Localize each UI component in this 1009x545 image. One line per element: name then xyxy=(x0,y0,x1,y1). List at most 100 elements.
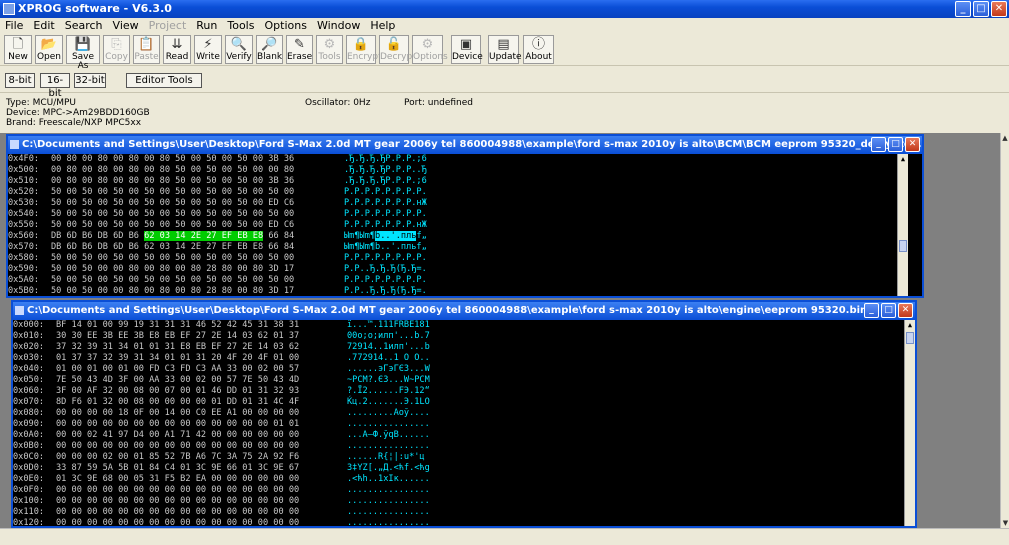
selected-ascii[interactable]: b..'.пль xyxy=(375,231,417,241)
hex-row[interactable]: 0x040: 01 00 01 00 01 00 FD C3 FD C3 AA 3… xyxy=(13,364,893,375)
ascii-text[interactable]: ?.Ї2......FЭ.12“ xyxy=(347,386,430,397)
hex-bytes[interactable]: 50 00 50 00 50 00 50 00 50 00 50 00 50 0… xyxy=(51,187,294,198)
hex-scrollbar[interactable]: ▲ xyxy=(897,154,908,296)
hex-row[interactable]: 0x060: 3F 00 AF 32 00 08 00 07 00 01 46 D… xyxy=(13,386,893,397)
hex-row[interactable]: 0x030: 01 37 37 32 39 31 34 01 01 31 20 4… xyxy=(13,353,893,364)
hex-bytes[interactable]: 00 80 00 80 00 80 00 80 50 00 50 00 50 0… xyxy=(51,154,294,165)
ascii-text[interactable]: .Ђ.Ђ.Ђ.ЂP.P.P.;6 xyxy=(344,154,427,165)
write-button[interactable]: ⚡ Write xyxy=(194,35,222,64)
ascii-text[interactable]: .<ћh..1хІк...... xyxy=(347,474,430,485)
hex-row[interactable]: 0x580: 50 00 50 00 50 00 50 00 50 00 50 0… xyxy=(8,253,888,264)
hex-row[interactable]: 0x0D0: 33 87 59 5A 5B 01 84 C4 01 3C 9E 6… xyxy=(13,463,893,474)
ascii-text[interactable]: Ќц.2.......Э.1LO xyxy=(347,397,430,408)
hex-bytes[interactable]: 00 00 00 00 00 00 00 00 00 00 00 00 00 0… xyxy=(56,441,299,452)
encrypt-button[interactable]: 🔒 Encrypt xyxy=(346,35,382,64)
hex-row[interactable]: 0x500: 00 80 00 80 00 80 00 80 50 00 50 0… xyxy=(8,165,888,176)
close-icon[interactable]: ✕ xyxy=(905,137,920,152)
ascii-text[interactable]: ................ xyxy=(347,441,430,452)
hex-row[interactable]: 0x0F0: 00 00 00 00 00 00 00 00 00 00 00 0… xyxy=(13,485,893,496)
blank-button[interactable]: 🔎 Blank xyxy=(256,35,283,64)
hex-bytes[interactable]: 37 32 39 31 34 01 01 31 E8 EB EF 27 2E 1… xyxy=(56,342,299,353)
32-bit-button[interactable]: 32-bit xyxy=(74,73,106,88)
hex-bytes[interactable]: 50 00 50 00 50 00 50 00 50 00 50 00 50 0… xyxy=(51,198,294,209)
hex-row[interactable]: 0x570: DB 6D B6 DB 6D B6 62 03 14 2E 27 E… xyxy=(8,242,888,253)
scroll-up-icon[interactable]: ▲ xyxy=(1001,133,1009,143)
hex-bytes[interactable]: 01 3C 9E 68 00 05 31 F5 B2 EA 00 00 00 0… xyxy=(56,474,299,485)
options-button[interactable]: ⚙ Options xyxy=(412,35,448,64)
ascii-text[interactable]: P.P..Ђ.Ђ.Ђ(Ђ.Ђ=. xyxy=(344,286,427,296)
save-as-button[interactable]: 💾 Save As xyxy=(66,35,100,71)
hex-bytes[interactable]: 50 00 50 00 50 00 50 00 50 00 50 00 50 0… xyxy=(51,209,294,220)
hex-row[interactable]: 0x110: 00 00 00 00 00 00 00 00 00 00 00 0… xyxy=(13,507,893,518)
close-icon[interactable]: ✕ xyxy=(991,1,1007,17)
maximize-icon[interactable]: □ xyxy=(888,137,903,152)
open-button[interactable]: 📂 Open xyxy=(35,35,63,64)
ascii-text[interactable]: Ыm¶Ыm¶b..'.пльf„ xyxy=(344,231,427,242)
ascii-text[interactable]: ................ xyxy=(347,496,430,507)
hex-bytes[interactable]: 50 00 50 00 50 00 50 00 50 00 50 00 50 0… xyxy=(51,275,294,286)
hex-row[interactable]: 0x080: 00 00 00 00 18 0F 00 14 00 C0 EE A… xyxy=(13,408,893,419)
scroll-thumb[interactable] xyxy=(899,240,907,252)
ascii-text[interactable]: P.P.P.P.P.P.P.нЖ xyxy=(344,220,427,231)
verify-button[interactable]: 🔍 Verify xyxy=(225,35,253,64)
hex-bytes[interactable]: 50 00 50 00 50 00 50 00 50 00 50 00 50 0… xyxy=(51,220,294,231)
copy-button[interactable]: ⎘ Copy xyxy=(103,35,130,64)
ascii-text[interactable]: ................ xyxy=(347,518,430,526)
hex-row[interactable]: 0x530: 50 00 50 00 50 00 50 00 50 00 50 0… xyxy=(8,198,888,209)
hex-bytes[interactable]: 50 00 50 00 00 80 00 80 00 80 28 80 00 8… xyxy=(51,264,294,275)
hex-bytes[interactable]: BF 14 01 00 99 19 31 31 31 46 52 42 45 3… xyxy=(56,320,299,331)
ascii-text[interactable]: 00о;о;илп'...b.7 xyxy=(347,331,430,342)
hex-bytes[interactable]: DB 6D B6 DB 6D B6 62 03 14 2E 27 EF EB E… xyxy=(51,242,294,253)
hex-row[interactable]: 0x0A0: 00 00 02 41 97 D4 00 A1 71 42 00 0… xyxy=(13,430,893,441)
menu-window[interactable]: Window xyxy=(312,18,365,34)
about-button[interactable]: ⓘ About xyxy=(523,35,554,64)
ascii-text[interactable]: .........Аоў.... xyxy=(347,408,430,419)
hex-bytes[interactable]: 50 00 50 00 00 80 00 80 00 80 28 80 00 8… xyxy=(51,286,294,296)
ascii-text[interactable]: ...A—Ф.ўqB...... xyxy=(347,430,430,441)
hex-bytes[interactable]: 8D F6 01 32 00 08 00 00 00 00 01 DD 01 3… xyxy=(56,397,299,408)
maximize-icon[interactable]: □ xyxy=(881,303,896,318)
ascii-text[interactable]: P.P.P.P.P.P.P.P. xyxy=(344,253,427,264)
hex-bytes[interactable]: 30 30 EE 3B EE 3B E8 EB EF 27 2E 14 03 6… xyxy=(56,331,299,342)
minimize-icon[interactable]: _ xyxy=(864,303,879,318)
update-button[interactable]: ▤ Update xyxy=(488,35,522,64)
hex-row[interactable]: 0x550: 50 00 50 00 50 00 50 00 50 00 50 0… xyxy=(8,220,888,231)
ascii-text[interactable]: P.P.P.P.P.P.P.нЖ xyxy=(344,198,427,209)
menu-project[interactable]: Project xyxy=(144,18,192,34)
hex-row[interactable]: 0x070: 8D F6 01 32 00 08 00 00 00 00 01 D… xyxy=(13,397,893,408)
ascii-text[interactable]: ................ xyxy=(347,419,430,430)
hex-row[interactable]: 0x590: 50 00 50 00 00 80 00 80 00 80 28 8… xyxy=(8,264,888,275)
ascii-text[interactable]: P.P.P.P.P.P.P.P. xyxy=(344,275,427,286)
ascii-text[interactable]: P.P..Ђ.Ђ.Ђ(Ђ.Ђ=. xyxy=(344,264,427,275)
hex-bytes[interactable]: 00 00 00 02 00 01 85 52 7B A6 7C 3A 75 2… xyxy=(56,452,299,463)
hex-bytes[interactable]: 33 87 59 5A 5B 01 84 C4 01 3C 9E 66 01 3… xyxy=(56,463,299,474)
ascii-text[interactable]: .772914..1 O O.. xyxy=(347,353,430,364)
scroll-thumb[interactable] xyxy=(906,332,914,344)
hex-bytes[interactable]: 00 00 00 00 00 00 00 00 00 00 00 00 00 0… xyxy=(56,507,299,518)
hex-editor-view[interactable]: ▲ 0x000: BF 14 01 00 99 19 31 31 31 46 52… xyxy=(13,320,915,526)
hex-row[interactable]: 0x0B0: 00 00 00 00 00 00 00 00 00 00 00 0… xyxy=(13,441,893,452)
menu-view[interactable]: View xyxy=(108,18,144,34)
scroll-down-icon[interactable]: ▼ xyxy=(1001,518,1009,528)
hex-row[interactable]: 0x0E0: 01 3C 9E 68 00 05 31 F5 B2 EA 00 0… xyxy=(13,474,893,485)
menu-file[interactable]: File xyxy=(0,18,28,34)
hex-bytes[interactable]: 00 80 00 80 00 80 00 80 50 00 50 00 50 0… xyxy=(51,165,294,176)
hex-window-bcm[interactable]: C:\Documents and Settings\User\Desktop\F… xyxy=(6,134,924,298)
decrypt-button[interactable]: 🔓 Decrypt xyxy=(379,35,416,64)
ascii-text[interactable]: 3‡YZ[.„Д.<ћf.<ћg xyxy=(347,463,430,474)
hex-bytes[interactable]: 00 80 00 80 00 80 00 80 50 00 50 00 50 0… xyxy=(51,176,294,187)
hex-editor-view[interactable]: ▲ 0x4F0: 00 80 00 80 00 80 00 80 50 00 50… xyxy=(8,154,922,296)
hex-row[interactable]: 0x120: 00 00 00 00 00 00 00 00 00 00 00 0… xyxy=(13,518,893,526)
hex-bytes[interactable]: 00 00 00 00 00 00 00 00 00 00 00 00 00 0… xyxy=(56,518,299,526)
hex-row[interactable]: 0x520: 50 00 50 00 50 00 50 00 50 00 50 0… xyxy=(8,187,888,198)
device-button[interactable]: ▣ Device xyxy=(451,35,483,64)
hex-bytes[interactable]: 00 00 00 00 00 00 00 00 00 00 00 00 00 0… xyxy=(56,496,299,507)
hex-scrollbar[interactable]: ▲ xyxy=(904,320,915,526)
ascii-text[interactable]: ї...™.111FRBE181 xyxy=(347,320,430,331)
hex-window-engine[interactable]: C:\Documents and Settings\User\Desktop\F… xyxy=(11,300,917,528)
ascii-text[interactable]: .Ђ.Ђ.Ђ.ЂP.P.P..Ђ xyxy=(344,165,427,176)
menu-help[interactable]: Help xyxy=(365,18,400,34)
hex-row[interactable]: 0x5B0: 50 00 50 00 00 80 00 80 00 80 28 8… xyxy=(8,286,888,296)
workspace-scrollbar[interactable]: ▲ ▼ xyxy=(1000,133,1009,528)
hex-row[interactable]: 0x100: 00 00 00 00 00 00 00 00 00 00 00 0… xyxy=(13,496,893,507)
